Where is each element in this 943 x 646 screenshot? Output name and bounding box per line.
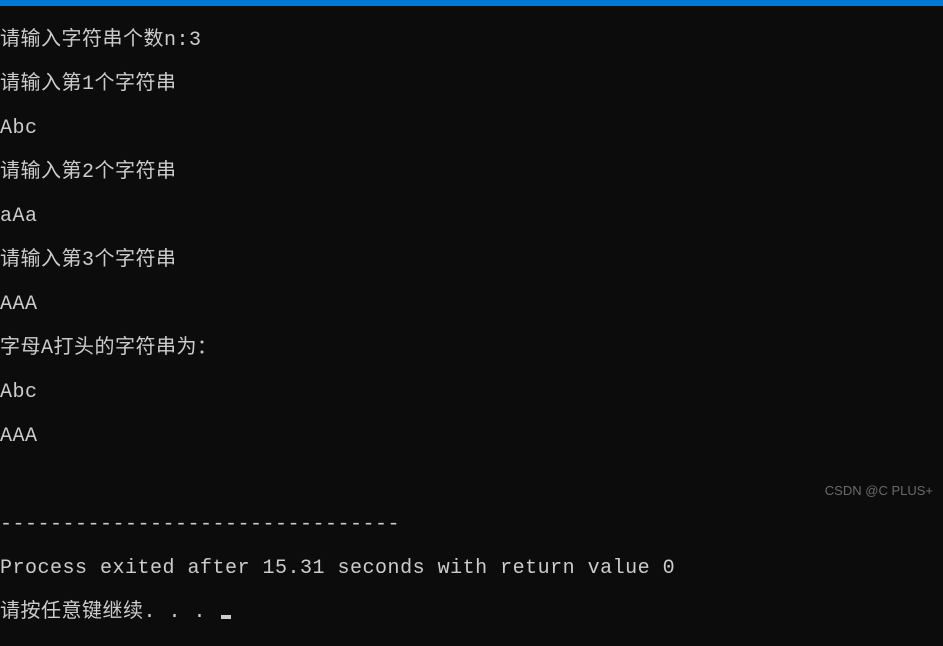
process-exit-line: Process exited after 15.31 seconds with … xyxy=(0,558,943,580)
output-line: 字母A打头的字符串为： xyxy=(0,338,943,360)
output-line: Abc xyxy=(0,118,943,140)
blank-line xyxy=(0,470,943,492)
output-line: AAA xyxy=(0,294,943,316)
output-line: AAA xyxy=(0,426,943,448)
output-line: 请输入第2个字符串 xyxy=(0,162,943,184)
output-line: aAa xyxy=(0,206,943,228)
output-line: 请输入字符串个数n:3 xyxy=(0,30,943,52)
separator-line: -------------------------------- xyxy=(0,514,943,536)
output-line: 请输入第1个字符串 xyxy=(0,74,943,96)
watermark-text: CSDN @C PLUS+ xyxy=(825,483,933,498)
output-line: 请输入第3个字符串 xyxy=(0,250,943,272)
cursor-icon xyxy=(221,615,231,619)
continue-prompt-text: 请按任意键继续. . . xyxy=(0,601,219,624)
output-line: Abc xyxy=(0,382,943,404)
terminal-output: 请输入字符串个数n:3 请输入第1个字符串 Abc 请输入第2个字符串 aAa … xyxy=(0,6,943,646)
continue-prompt-line[interactable]: 请按任意键继续. . . xyxy=(0,602,943,624)
